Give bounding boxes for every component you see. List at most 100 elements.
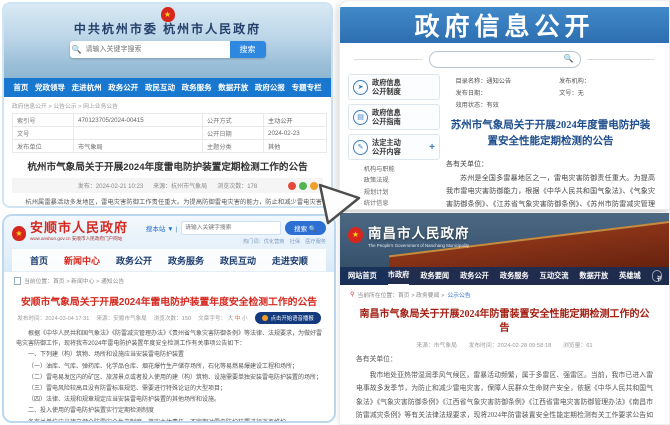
topic-label: 主题分类 bbox=[203, 140, 264, 153]
breadcrumb[interactable]: ⚲ 当前所在位置：首页 > 政务要闻 > 公示公告 bbox=[340, 285, 669, 302]
nav-item-disclosure[interactable]: 政务公开 bbox=[108, 82, 138, 93]
sidebar-subitem-policy[interactable]: 政策法规 bbox=[360, 175, 440, 186]
anshun-site-subtitle: www.anshun.gov.cn 安顺市人民政府门户网站 bbox=[30, 236, 128, 242]
nav-item-opendata[interactable]: 数据开放 bbox=[579, 267, 608, 285]
issuing-agency: 发布机构： bbox=[559, 76, 645, 85]
nav-item-about[interactable]: 走进杭州 bbox=[72, 82, 102, 93]
anshun-logo: ★ 安顺市人民政府 www.anshun.gov.cn 安顺市人民政府门户网站 bbox=[12, 221, 128, 242]
publisher-label: 发布单位 bbox=[13, 140, 74, 153]
disclosure-article: 目录名称：通知公告 发布机构： 发布日期： 文号：无 效用状态：有效 苏州市气象… bbox=[440, 74, 661, 210]
divider-line bbox=[587, 59, 656, 60]
sidebar-subitem-org[interactable]: 机构与职能 bbox=[360, 164, 440, 175]
date-label: 公开日期 bbox=[203, 127, 264, 140]
sidebar-label-line2: 公开制度 bbox=[372, 87, 401, 96]
anshun-search-input[interactable] bbox=[181, 221, 281, 235]
national-emblem-icon: ★ bbox=[12, 226, 26, 241]
text-to-speech-button[interactable]: 点击开始语音播报 bbox=[255, 312, 321, 324]
nav-item-home[interactable]: 首页 bbox=[30, 254, 48, 267]
view-count: 浏览次数：178 bbox=[217, 181, 257, 190]
nav-item-services[interactable]: 政务服务 bbox=[182, 82, 212, 93]
article-body: 各有关单位： 我市地处亚热带湿润季风气候区，雷暴活动频繁，属于多雷区、强雷区。当… bbox=[356, 353, 653, 425]
nanchang-logo: ★ 南昌市人民政府 The People's Government of Nan… bbox=[348, 222, 470, 248]
sidebar-item-disclosure-system[interactable]: ➤ 政府信息 公开制度 bbox=[348, 74, 440, 100]
publish-date: 发布日期： bbox=[456, 88, 560, 97]
article-body: 杭州属雷暴活动多发地区，雷电灾害防御工作责任重大。为提高防御雷电灾害的能力，防止… bbox=[13, 198, 322, 208]
breadcrumb-text: 当前位置：首页 > 新闻中心 > 通知公告 bbox=[24, 276, 124, 285]
nav-item-interaction[interactable]: 政民互动 bbox=[220, 254, 256, 267]
nanchang-site-title: 南昌市人民政府 bbox=[368, 222, 470, 242]
hot-words[interactable]: 热门词：优化营商 社保 医疗服务 bbox=[146, 238, 326, 245]
sidebar-label-line1: 政府信息 bbox=[372, 108, 401, 117]
catalog-name: 目录名称：通知公告 bbox=[456, 76, 560, 85]
sidebar-subitem-plans[interactable]: 规划计划 bbox=[360, 187, 440, 198]
table-row: 发布单位 市气象局 主题分类 其他 bbox=[13, 140, 327, 153]
disclosure-search-input[interactable]: 🔍 bbox=[429, 51, 581, 68]
sidebar-label-line2: 公开内容 bbox=[372, 147, 401, 156]
divider-line bbox=[354, 59, 423, 60]
expand-plus-icon[interactable]: + bbox=[429, 142, 435, 153]
source: 来源：杭州市气象局 bbox=[153, 181, 207, 190]
nanchang-search-input[interactable]: 请输入关键词 bbox=[652, 270, 662, 282]
fontsize-small[interactable]: 小 bbox=[242, 316, 248, 322]
sidebar-item-statutory-content[interactable]: ✎ 法定主动 公开内容 + bbox=[348, 134, 440, 160]
fontsize-medium[interactable]: 中 bbox=[235, 316, 241, 322]
nav-item-services[interactable]: 政务服务 bbox=[500, 267, 529, 285]
nav-item-interaction[interactable]: 政民互动 bbox=[145, 82, 175, 93]
anshun-search-bar: 搜本站 ▼ | 搜索 🔍 bbox=[146, 221, 326, 235]
nav-item-home[interactable]: 首页 bbox=[13, 82, 28, 93]
hangzhou-search-input[interactable] bbox=[84, 41, 230, 58]
share-icons bbox=[288, 182, 318, 190]
breadcrumb[interactable]: 当前位置：首页 > 新闻中心 > 通知公告 bbox=[4, 272, 334, 289]
article-body: 根据《中华人民共和国气象法》《防雷减灾管理办法》《贵州省气象灾害防御条例》等法律… bbox=[16, 329, 322, 423]
body-paragraph: 二、投入使用的雷电防护装置实行定期检测制度 bbox=[16, 406, 322, 416]
share-wechat-icon[interactable] bbox=[299, 182, 307, 190]
compass-icon: ➤ bbox=[353, 80, 368, 95]
nav-item-interaction[interactable]: 互动交流 bbox=[540, 267, 569, 285]
announcement-title: 杭州市气象局关于开展2024年度雷电防护装置定期检测工作的公告 bbox=[14, 159, 321, 173]
sidebar-item-disclosure-guide[interactable]: ▤ 政府信息 公开指南 bbox=[348, 104, 440, 130]
hangzhou-search-button[interactable]: 搜索 bbox=[230, 41, 266, 58]
screenshot-collage: ★ 中共杭州市委 杭州市人民政府 🔍 搜索 首页 党政领导 走进杭州 政务公开 … bbox=[0, 0, 670, 425]
index-label: 索引号 bbox=[13, 114, 74, 127]
document-info-table: 索引号 470123705/2024-00415 公开方式 主动公开 文号 公开… bbox=[12, 113, 327, 153]
nav-item-disclosure[interactable]: 政务公开 bbox=[460, 267, 489, 285]
search-icon[interactable]: 🔍 bbox=[564, 54, 574, 63]
date-value: 2024-02-23 bbox=[264, 127, 327, 140]
nav-item-city-gov[interactable]: 市政府 bbox=[388, 266, 410, 285]
nav-item-home[interactable]: 网站首页 bbox=[348, 267, 377, 285]
hangzhou-header-banner: ★ 中共杭州市委 杭州市人民政府 🔍 搜索 bbox=[4, 4, 331, 78]
nav-item-services[interactable]: 政务服务 bbox=[168, 254, 204, 267]
nav-item-disclosure[interactable]: 政务公开 bbox=[116, 254, 152, 267]
nav-item-leaders[interactable]: 党政领导 bbox=[35, 82, 65, 93]
nav-item-news[interactable]: 新闻中心 bbox=[64, 254, 100, 267]
share-weibo-icon[interactable] bbox=[288, 182, 296, 190]
breadcrumb[interactable]: 政府信息公开 > 公告公示 > 网上业务公告 bbox=[4, 97, 331, 113]
nav-item-opendata[interactable]: 数据开放 bbox=[218, 82, 248, 93]
list-icon: ▤ bbox=[353, 110, 368, 125]
body-paragraph: 一、下列建（构）筑物、场所和设施应当安装雷电防护装置 bbox=[16, 350, 322, 360]
nav-item-news[interactable]: 政务要闻 bbox=[420, 267, 449, 285]
method-value: 主动公开 bbox=[264, 114, 327, 127]
speaker-icon bbox=[262, 315, 268, 321]
national-emblem-icon: ★ bbox=[161, 7, 175, 22]
nav-item-about[interactable]: 走进安顺 bbox=[272, 254, 308, 267]
article-meta-bar: 来源：市气象局 发布时间：2024-02-28 09:58:18 浏览量：61 bbox=[340, 340, 669, 349]
publish-time: 发布时间：2024-02-28 09:58:18 bbox=[469, 343, 552, 349]
sidebar-subitem-stats[interactable]: 统计信息 bbox=[360, 198, 440, 209]
hangzhou-search-bar[interactable]: 🔍 搜索 bbox=[70, 41, 266, 58]
article-meta-grid: 目录名称：通知公告 发布机构： 发布日期： 文号：无 效用状态：有效 bbox=[456, 76, 646, 109]
article-meta-bar: 发布时间：2024-03-04 17:31 来源：安顺市气象局 浏览次数：150… bbox=[4, 312, 334, 324]
announcement-title: 苏州市气象局关于开展2024年度雷电防护装置安全性能定期检测的公告 bbox=[446, 118, 655, 150]
disclosure-banner-title: 政府信息公开 bbox=[340, 7, 669, 43]
anshun-gov-page: ★ 安顺市人民政府 www.anshun.gov.cn 安顺市人民政府门户网站 … bbox=[2, 214, 336, 423]
salutation: 各有关单位： bbox=[356, 353, 653, 367]
nav-item-gazette[interactable]: 政府公报 bbox=[255, 82, 285, 93]
search-scope-dropdown[interactable]: 搜本站 ▼ | bbox=[146, 223, 177, 233]
tts-label: 点击开始语音播报 bbox=[271, 314, 314, 322]
publish-time: 发布：2024-02-21 10:23 bbox=[78, 181, 143, 190]
body-paragraph: 各有关单位应当建立健全防雷安全生产制度，落实主体责任，不定期对雷电防护装置进行巡… bbox=[16, 418, 322, 424]
anshun-nav-bar: 首页 新闻中心 政务公开 政务服务 政民互动 走进安顺 bbox=[12, 249, 326, 272]
nav-item-hero-city[interactable]: 英雄城 bbox=[619, 267, 641, 285]
fontsize-large[interactable]: 大 bbox=[228, 316, 234, 322]
nav-item-topics[interactable]: 专题专栏 bbox=[292, 82, 322, 93]
